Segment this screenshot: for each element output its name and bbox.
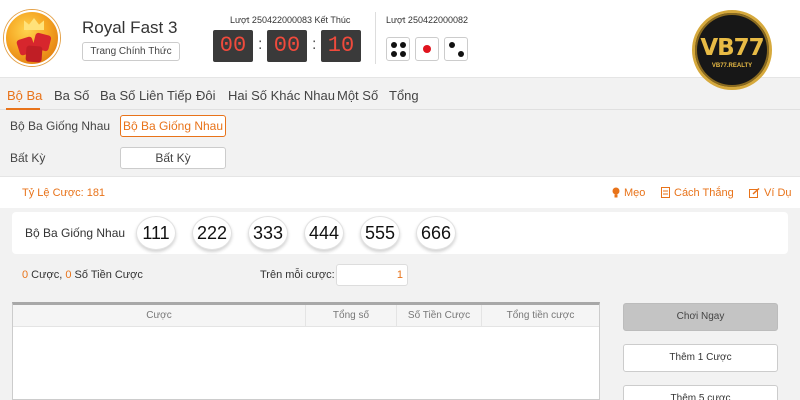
game-logo: [4, 10, 60, 66]
bet-type-tabs: Bộ Ba Ba Số Ba Số Liên Tiếp Đôi Hai Số K…: [0, 84, 800, 110]
timer-seconds: 10: [321, 30, 361, 62]
brand-logo: VB77 VB77.REALTY: [692, 10, 772, 90]
tips-link[interactable]: Mẹo: [612, 187, 645, 199]
mode-button[interactable]: Trang Chính Thức: [82, 42, 180, 61]
timer-separator: :: [258, 36, 263, 53]
timer-separator: :: [312, 36, 317, 53]
subtype-label: Bộ Ba Giống Nhau: [10, 119, 111, 133]
active-tab-indicator: [6, 108, 40, 110]
crown-icon: [24, 18, 44, 30]
play-now-button[interactable]: Chơi Ngay: [623, 303, 778, 331]
brand-logo-subtext: VB77.REALTY: [711, 63, 753, 69]
tab-ba-so[interactable]: Ba Số: [54, 88, 89, 103]
subtype-option-bo-ba-giong-nhau[interactable]: Bộ Ba Giống Nhau: [120, 115, 226, 137]
tab-ba-so-lien-tiep[interactable]: Ba Số Liên Tiếp: [100, 88, 192, 103]
column-header-total-count: Tổng số: [305, 305, 396, 327]
how-to-win-link-label: Cách Thắng: [674, 187, 734, 199]
game-header: Royal Fast 3 Trang Chính Thức Lượt 25042…: [0, 0, 800, 90]
number-picker: Bộ Ba Giống Nhau 111 222 333 444 555 666: [12, 212, 788, 254]
game-title: Royal Fast 3: [82, 18, 178, 37]
tab-tong[interactable]: Tổng: [389, 88, 419, 103]
number-ball-555[interactable]: 555: [360, 216, 400, 250]
example-link[interactable]: Ví Dụ: [749, 187, 792, 199]
bet-table: Cược Tổng số Số Tiền Cược Tổng tiền cược: [12, 302, 600, 400]
result-die-2-icon: [444, 37, 468, 61]
number-ball-111[interactable]: 111: [136, 216, 176, 250]
number-ball-222[interactable]: 222: [192, 216, 232, 250]
table-header: Cược Tổng số Số Tiền Cược Tổng tiền cược: [13, 305, 599, 327]
document-icon: [661, 187, 670, 198]
number-ball-666[interactable]: 666: [416, 216, 456, 250]
result-die-1-icon: [415, 37, 439, 61]
add-five-bets-button[interactable]: Thêm 5 cược: [623, 385, 778, 400]
tab-mot-so[interactable]: Một Số: [337, 88, 378, 103]
how-to-win-link[interactable]: Cách Thắng: [661, 187, 734, 199]
per-bet-input[interactable]: [336, 264, 408, 286]
timer-hours: 00: [213, 30, 253, 62]
previous-round-label: Lượt 250422000083 Kết Thúc: [230, 15, 351, 25]
column-header-bet-amount: Số Tiền Cược: [396, 305, 481, 327]
number-ball-333[interactable]: 333: [248, 216, 288, 250]
tab-bo-ba[interactable]: Bộ Ba: [7, 88, 42, 103]
current-round-label: Lượt 250422000082: [386, 15, 468, 25]
tips-link-label: Mẹo: [624, 187, 646, 199]
brand-logo-text: VB77: [700, 35, 764, 61]
timer-minutes: 00: [267, 30, 307, 62]
per-bet-label: Trên mỗi cược:: [260, 269, 335, 281]
tab-doi[interactable]: Đôi: [196, 88, 216, 103]
info-bar: Tỷ Lệ Cược: 181 Mẹo Cách Thắng Ví Dụ: [0, 176, 800, 208]
add-one-bet-button[interactable]: Thêm 1 Cược: [623, 344, 778, 372]
lightbulb-icon: [612, 187, 620, 198]
payout-rate: Tỷ Lệ Cược: 181: [22, 187, 106, 199]
column-header-total-bet: Tổng tiền cược: [481, 305, 599, 327]
picker-label: Bộ Ba Giống Nhau: [25, 226, 126, 240]
number-ball-444[interactable]: 444: [304, 216, 344, 250]
bet-summary: 0 Cược, 0 Số Tiền Cược: [22, 269, 143, 281]
edit-icon: [749, 188, 760, 198]
subtype-label: Bất Kỳ: [10, 151, 46, 165]
example-link-label: Ví Dụ: [764, 187, 792, 199]
bet-count-label: Cược,: [28, 269, 66, 281]
divider: [375, 12, 376, 64]
bet-amount-label: Số Tiền Cược: [71, 269, 143, 281]
column-header-bet: Cược: [146, 310, 172, 321]
tab-hai-so-khac-nhau[interactable]: Hai Số Khác Nhau: [228, 88, 335, 103]
result-die-4-icon: [386, 37, 410, 61]
dice-icon: [25, 45, 43, 63]
subtype-option-bat-ky[interactable]: Bất Kỳ: [120, 147, 226, 169]
